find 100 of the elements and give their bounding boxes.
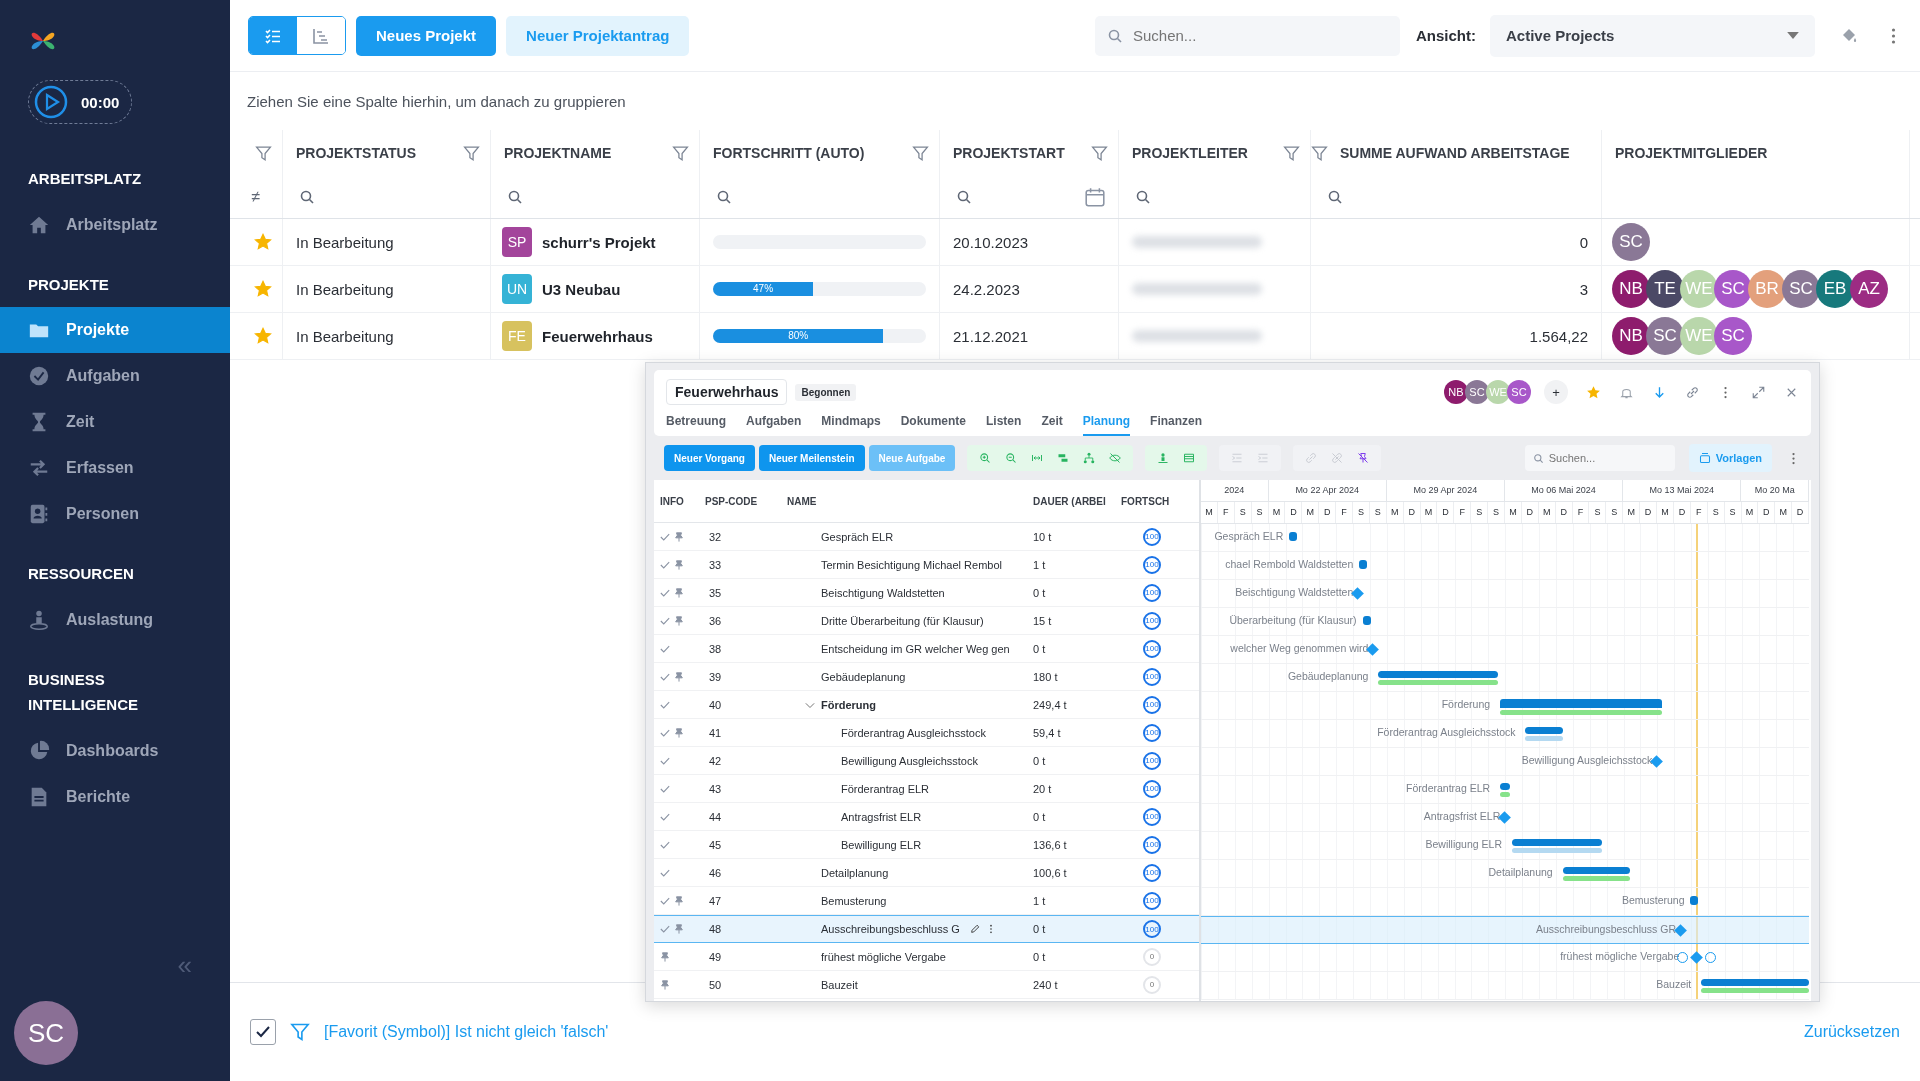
- gantt-bar[interactable]: [1500, 783, 1511, 797]
- nav-item[interactable]: Arbeitsplatz: [0, 201, 230, 248]
- task-row[interactable]: 48 Ausschreibungsbeschluss G 0 t 100: [654, 915, 1199, 943]
- tab[interactable]: Listen: [986, 408, 1022, 436]
- project-name[interactable]: U3 Neubau: [542, 280, 621, 298]
- filter-icon[interactable]: [1283, 144, 1300, 162]
- nav-item[interactable]: Berichte: [0, 773, 230, 820]
- nav-item[interactable]: Personen: [0, 491, 230, 537]
- tab[interactable]: Finanzen: [1150, 408, 1203, 436]
- task-row[interactable]: 46 Detailplanung 100,6 t 100: [654, 859, 1199, 887]
- person-pin-icon[interactable]: [1157, 452, 1170, 464]
- gantt-row[interactable]: Gebäudeplanung: [1201, 664, 1809, 692]
- gantt-row[interactable]: Bewilligung Ausgleichsstock: [1201, 748, 1809, 776]
- gantt-row[interactable]: Förderung: [1201, 692, 1809, 720]
- project-name[interactable]: schurr's Projekt: [542, 233, 656, 251]
- task-row[interactable]: 33 Termin Besichtigung Michael Rembol 1 t 100: [654, 551, 1199, 579]
- star-icon[interactable]: [1586, 384, 1601, 400]
- gantt-row[interactable]: Förderantrag Ausgleichsstock: [1201, 720, 1809, 748]
- gantt-row[interactable]: Bewilligung ELR: [1201, 832, 1809, 860]
- column-header[interactable]: PROJEKTMITGLIEDER: [1615, 145, 1768, 161]
- task-row[interactable]: 49 frühest mögliche Vergabe 0 t 0: [654, 943, 1199, 971]
- column-header[interactable]: INFO: [654, 495, 697, 507]
- task-row[interactable]: 42 Bewilligung Ausgleichsstock 0 t 100: [654, 747, 1199, 775]
- add-member-button[interactable]: +: [1544, 380, 1568, 404]
- filter-icon[interactable]: [1091, 144, 1108, 162]
- gantt-row[interactable]: Ausschreibungsbeschluss GR: [1201, 916, 1809, 944]
- gantt-bar[interactable]: [1525, 727, 1563, 741]
- gantt-row[interactable]: Beischtigung Waldstetten: [1201, 580, 1809, 608]
- tab[interactable]: Mindmaps: [821, 408, 881, 436]
- list-view-toggle[interactable]: [249, 17, 297, 54]
- user-avatar[interactable]: SC: [14, 1001, 78, 1065]
- nav-item[interactable]: Aufgaben: [0, 353, 230, 399]
- gantt-bar[interactable]: [1701, 979, 1809, 993]
- summary-bar[interactable]: [1500, 699, 1663, 715]
- play-icon[interactable]: [33, 84, 69, 120]
- gantt-point[interactable]: [1359, 560, 1368, 569]
- tab[interactable]: Zeit: [1041, 408, 1063, 436]
- zoom-in-icon[interactable]: [979, 452, 992, 464]
- task-row[interactable]: 32 Gespräch ELR 10 t 100: [654, 523, 1199, 551]
- gantt-row[interactable]: Überarbeitung (für Klausur): [1201, 608, 1809, 636]
- gantt-point[interactable]: [1362, 616, 1371, 625]
- gantt-point[interactable]: [1289, 532, 1298, 541]
- expand-icon[interactable]: [1751, 384, 1766, 400]
- calendar-icon[interactable]: [1084, 186, 1106, 208]
- nav-item[interactable]: Dashboards: [0, 727, 230, 774]
- gantt-point[interactable]: [1690, 896, 1699, 905]
- link-icon[interactable]: [1685, 384, 1700, 400]
- gantt-row[interactable]: frühest mögliche Vergabe: [1201, 944, 1809, 972]
- gantt-row[interactable]: welcher Weg genommen wird: [1201, 636, 1809, 664]
- list-icon[interactable]: [1183, 452, 1196, 464]
- column-header[interactable]: FORTSCH: [1117, 495, 1191, 507]
- nav-item[interactable]: Auslastung: [0, 596, 230, 643]
- fit-width-icon[interactable]: [1031, 452, 1044, 464]
- star-icon[interactable]: [254, 280, 272, 298]
- nav-item[interactable]: Projekte: [0, 307, 230, 353]
- gantt-row[interactable]: Bauzeit: [1201, 972, 1809, 1000]
- filter-icon[interactable]: [463, 144, 480, 162]
- column-header[interactable]: PROJEKTNAME: [504, 145, 612, 161]
- task-tree-icon[interactable]: [1057, 452, 1070, 464]
- nav-item[interactable]: Erfassen: [0, 445, 230, 491]
- gantt-bar[interactable]: [1562, 867, 1631, 881]
- task-row[interactable]: 41 Förderantrag Ausgleichsstock 59,4 t 100: [654, 719, 1199, 747]
- task-row[interactable]: 44 Antragsfrist ELR 0 t 100: [654, 803, 1199, 831]
- filter-checkbox[interactable]: [250, 1019, 276, 1045]
- gantt-row[interactable]: Antragsfrist ELR: [1201, 804, 1809, 832]
- search-field[interactable]: Suchen...: [1095, 15, 1400, 56]
- gantt-row[interactable]: Förderantrag ELR: [1201, 776, 1809, 804]
- tab[interactable]: Betreuung: [666, 408, 726, 436]
- task-row[interactable]: 50 Bauzeit 240 t 0: [654, 971, 1199, 999]
- star-icon[interactable]: [254, 233, 272, 251]
- task-row[interactable]: 36 Dritte Überarbeitung (für Klausur) 15 t 100: [654, 607, 1199, 635]
- filter-icon[interactable]: [1311, 144, 1328, 162]
- column-header[interactable]: PROJEKTSTATUS: [296, 145, 417, 161]
- column-header[interactable]: SUMME AUFWAND ARBEITSTAGE: [1340, 145, 1570, 161]
- gantt-bar[interactable]: [1511, 839, 1602, 853]
- task-row[interactable]: 43 Förderantrag ELR 20 t 100: [654, 775, 1199, 803]
- column-header[interactable]: NAME: [777, 495, 1027, 507]
- gantt-row[interactable]: Gespräch ELR: [1201, 524, 1809, 552]
- more-icon[interactable]: [1891, 27, 1896, 44]
- zoom-out-icon[interactable]: [1005, 452, 1018, 464]
- hide-icon[interactable]: [1109, 452, 1122, 464]
- edit-pencil-icon[interactable]: [969, 924, 980, 934]
- view-dropdown[interactable]: Active Projects: [1490, 14, 1815, 57]
- task-row[interactable]: 45 Bewilligung ELR 136,6 t 100: [654, 831, 1199, 859]
- column-header[interactable]: PROJEKTSTART: [953, 145, 1065, 161]
- gantt-row[interactable]: Bemusterung: [1201, 888, 1809, 916]
- filter-icon[interactable]: [912, 144, 929, 162]
- task-row[interactable]: 38 Entscheidung im GR welcher Weg gen 0 t 100: [654, 635, 1199, 663]
- tab[interactable]: Aufgaben: [746, 408, 802, 436]
- gantt-row[interactable]: chael Rembold Waldstetten: [1201, 552, 1809, 580]
- filter-icon[interactable]: [672, 144, 689, 162]
- column-header[interactable]: FORTSCHRITT (AUTO): [713, 145, 865, 161]
- column-header[interactable]: PROJEKTLEITER: [1132, 145, 1248, 161]
- download-icon[interactable]: [1652, 384, 1667, 400]
- pin-off-icon[interactable]: [1357, 452, 1370, 464]
- tab[interactable]: Dokumente: [900, 408, 967, 436]
- project-name[interactable]: Feuerwehrhaus: [542, 327, 653, 345]
- gantt-row[interactable]: Detailplanung: [1201, 860, 1809, 888]
- star-icon[interactable]: [254, 327, 272, 345]
- filter-icon[interactable]: [254, 144, 272, 162]
